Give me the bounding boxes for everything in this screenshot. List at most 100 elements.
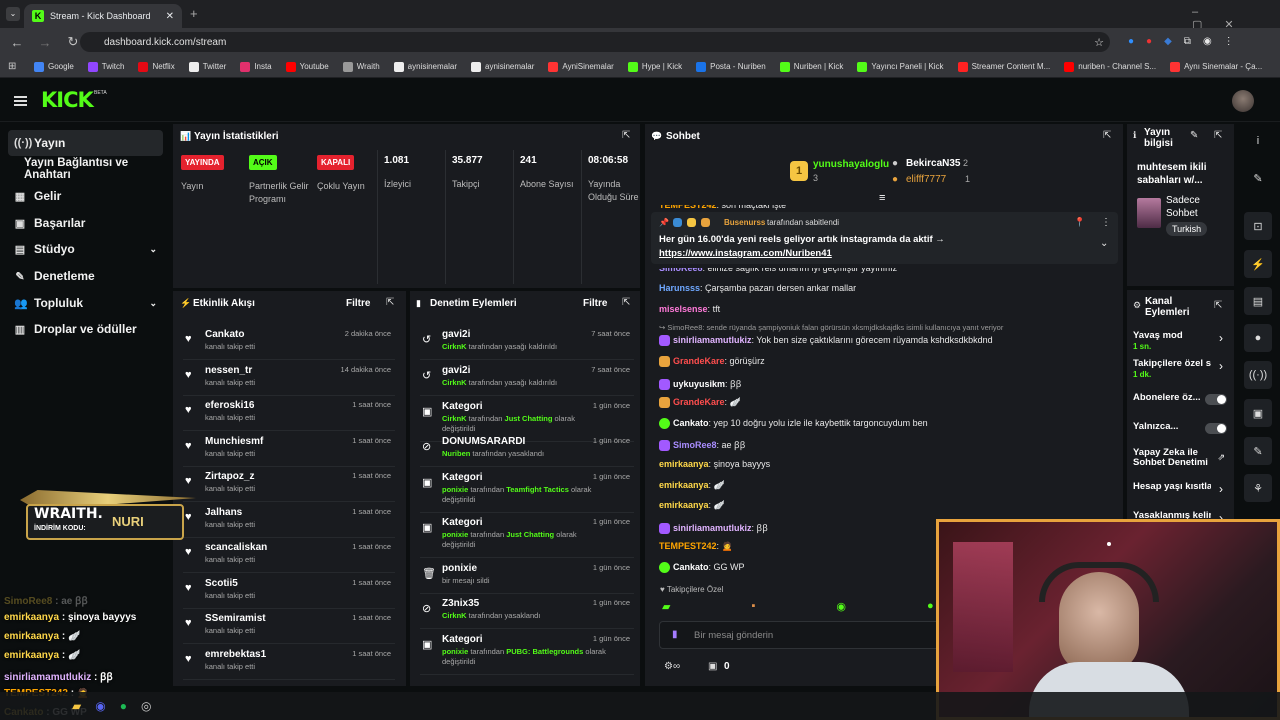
bookmark-item[interactable]: Wraith [342, 61, 380, 72]
emote-icon[interactable]: ● [927, 600, 934, 614]
folder-icon[interactable]: ▰ [72, 699, 81, 713]
profile-icon[interactable]: ◉ [1203, 36, 1212, 47]
chat-username[interactable]: sinirliamamutlukiz [673, 335, 752, 345]
expand-icon[interactable]: ⇱ [1214, 300, 1222, 311]
chat-username[interactable]: GrandeKare [673, 356, 725, 366]
extension-icon[interactable]: ◆ [1164, 36, 1172, 47]
chat-username[interactable]: GrandeKare [673, 397, 725, 407]
bookmark-item[interactable]: Aynı Sinemalar - Ça... [1170, 61, 1262, 72]
list-item[interactable]: ↺ gavi2i CirknK tarafından yasağı kaldırıl… [420, 325, 634, 360]
expand-icon[interactable]: ⇱ [1103, 130, 1111, 141]
category-name[interactable]: PUBG: Battlegrounds [506, 647, 583, 656]
menu-dots-icon[interactable]: ⋮ [1224, 36, 1234, 47]
category-name[interactable]: Just Chatting [506, 530, 554, 539]
expand-icon[interactable]: ⇱ [622, 130, 630, 141]
channel-action-item[interactable]: Takipçilere özel s1 dk. › [1133, 359, 1229, 381]
document-icon[interactable]: ▤ [1244, 287, 1272, 315]
list-item[interactable]: ⊘ Z3nix35 CirknK tarafından yasaklandı 1 gü… [420, 594, 634, 629]
chevron-down-icon[interactable]: ⌄ [149, 298, 157, 309]
list-item[interactable]: ♥ nessen_tr kanalı takip etti 14 dakika önc… [183, 361, 395, 396]
emote-icon[interactable]: ▰ [662, 600, 670, 614]
pinned-link[interactable]: https://www.instagram.com/Nuriben41 [659, 248, 832, 259]
sidebar-item[interactable]: ▥ Droplar ve ödüller [8, 316, 163, 342]
emote-icon[interactable]: ▪ [751, 600, 755, 614]
puzzle-icon[interactable]: ⧉ [1184, 36, 1191, 47]
media-icon[interactable]: ▣ [1244, 399, 1272, 427]
screen-icon[interactable]: ⊡ [1244, 212, 1272, 240]
sidebar-item[interactable]: 👥 Topluluk ⌄ [8, 290, 163, 316]
sidebar-item[interactable]: ((·)) Yayın [8, 130, 163, 156]
list-item[interactable]: ▣ Kategori ponixie tarafından PUBG: Battle… [420, 630, 634, 675]
extensions-area[interactable]: ● ● ◆ ⧉ ◉ ⋮ [1128, 36, 1234, 47]
chat-username[interactable]: SimoRee8 [673, 440, 717, 450]
top-gifter-3[interactable]: elifff7777 [906, 174, 946, 185]
list-item[interactable]: ♥ Zirtapoz_z kanalı takip etti 1 saat önce [183, 467, 395, 502]
obs-icon[interactable]: ◎ [141, 699, 151, 713]
top-gifter-1[interactable]: yunushayaloglu [813, 159, 889, 170]
address-bar[interactable]: dashboard.kick.com/stream ☆ [80, 32, 1110, 52]
sidebar-item[interactable]: ▦ Gelir [8, 183, 163, 209]
channel-action-item[interactable]: Hesap yaşı kısıtla › [1133, 482, 1229, 504]
moderator-name[interactable]: CirknK [442, 342, 467, 351]
toggle-switch[interactable] [1205, 394, 1227, 405]
category-name[interactable]: Just Chatting [505, 414, 553, 423]
expand-icon[interactable]: ⇱ [622, 297, 630, 308]
list-item[interactable]: ♥ Munchiesmf kanalı takip etti 1 saat önce [183, 432, 395, 467]
moderator-name[interactable]: CirknK [442, 414, 467, 423]
browser-tab[interactable]: K Stream - Kick Dashboard ✕ [24, 4, 182, 28]
wrench-icon[interactable]: ✎ [1244, 437, 1272, 465]
expand-icon[interactable]: ⇱ [1214, 130, 1222, 141]
list-item[interactable]: ♥ Jalhans kanalı takip etti 1 saat önce [183, 503, 395, 538]
moderator-name[interactable]: CirknK [442, 378, 467, 387]
sidebar-item[interactable]: ▣ Başarılar [8, 210, 163, 236]
pinner-name[interactable]: Busenurss [724, 218, 765, 227]
category-name[interactable]: Teamfight Tactics [506, 485, 569, 494]
list-item[interactable]: 🗑 ponixie bir mesajı sildi 1 gün önce [420, 559, 634, 594]
chat-username[interactable]: uykuyusikm [673, 379, 725, 389]
tab-close-icon[interactable]: ✕ [166, 11, 174, 22]
emote-icon[interactable]: ◉ [836, 600, 846, 614]
moderator-name[interactable]: ponixie [442, 485, 468, 494]
microphone-icon[interactable]: ▮ [672, 629, 678, 640]
moderator-name[interactable]: Nuriben [442, 449, 470, 458]
list-item[interactable]: ♥ scancaliskan kanalı takip etti 1 saat önc… [183, 538, 395, 573]
toggle-switch[interactable] [1205, 423, 1227, 434]
moderator-name[interactable]: CirknK [442, 611, 467, 620]
extension-icon[interactable]: ● [1146, 36, 1152, 47]
bookmark-item[interactable]: Google [34, 61, 74, 72]
bookmark-item[interactable]: Twitter [188, 61, 226, 72]
moderator-name[interactable]: ponixie [442, 647, 468, 656]
bookmark-item[interactable]: Streamer Content M... [957, 61, 1050, 72]
sidebar-item[interactable]: ▤ Stüdyo ⌄ [8, 236, 163, 262]
bookmark-item[interactable]: aynisinemalar [393, 61, 457, 72]
list-item[interactable]: ↺ gavi2i CirknK tarafından yasağı kaldırıl… [420, 361, 634, 396]
list-item[interactable]: ♥ SSemiramist kanalı takip etti 1 saat önce [183, 609, 395, 644]
list-item[interactable]: ♥ eferoski16 kanalı takip etti 1 saat önce [183, 396, 395, 431]
channel-action-item[interactable]: Yalnızca... [1133, 422, 1229, 444]
activity-filter-button[interactable]: Filtre [346, 298, 370, 309]
edit-icon[interactable]: ✎ [1190, 130, 1198, 141]
new-tab-icon[interactable]: + [190, 6, 198, 21]
chat-username[interactable]: sinirliamamutlukiz [673, 523, 752, 533]
chat-username[interactable]: emirkaanya [659, 500, 709, 510]
chevron-down-icon[interactable]: ⌄ [1100, 238, 1108, 249]
bookmark-item[interactable]: Youtube [285, 61, 329, 72]
broadcast-icon[interactable]: ((·)) [1244, 361, 1272, 389]
back-icon[interactable]: ← [8, 35, 26, 50]
list-item[interactable]: ♥ Scotii5 kanalı takip etti 1 saat önce [183, 574, 395, 609]
chat-username[interactable]: Harunsss [659, 283, 700, 293]
chat-icon[interactable]: ● [1244, 324, 1272, 352]
expand-icon[interactable]: ⇱ [386, 297, 394, 308]
bookmark-star-icon[interactable]: ☆ [1094, 36, 1104, 49]
collapse-icon[interactable]: ≡ [879, 192, 885, 204]
avatar[interactable] [1232, 90, 1254, 112]
list-item[interactable]: ⊘ DONUMSARARDI Nuriben tarafından yasaklan… [420, 432, 634, 467]
unpin-icon[interactable]: 📍 [1074, 217, 1085, 228]
forward-icon[interactable]: → [36, 35, 54, 50]
more-options-icon[interactable]: ⋮ [1101, 217, 1111, 228]
list-item[interactable]: ▣ Kategori ponixie tarafından Teamfight Ta… [420, 468, 634, 513]
sidebar-item[interactable]: Yayın Bağlantısı ve Anahtarı [8, 156, 163, 182]
bookmark-item[interactable]: Hype | Kick [627, 61, 682, 72]
sidebar-item[interactable]: ✎ Denetleme [8, 263, 163, 289]
community-icon[interactable]: ⚘ [1244, 474, 1272, 502]
